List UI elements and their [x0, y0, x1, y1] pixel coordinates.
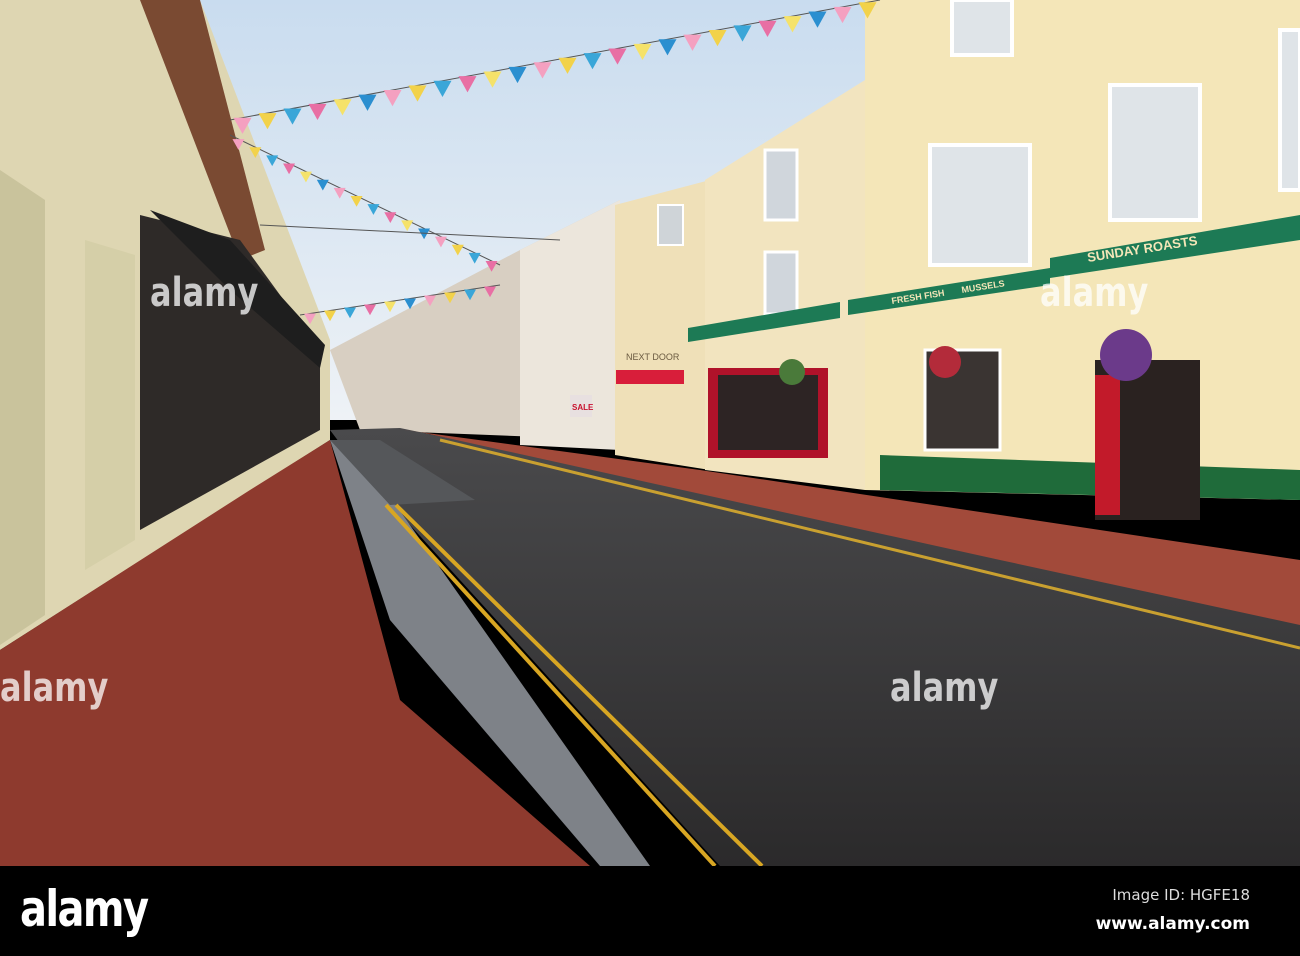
window: [1108, 83, 1202, 222]
watermark: alamy: [1040, 270, 1149, 316]
window: [763, 148, 799, 222]
window: [928, 143, 1032, 267]
pub-door-frame: [1095, 375, 1120, 515]
awning-next-door: [616, 370, 684, 384]
footer-bar: alamy Image ID: HGFE18 www.alamy.com: [0, 866, 1300, 956]
watermark: alamy: [150, 270, 259, 316]
sign-next-door: NEXT DOOR: [626, 352, 680, 362]
street-photo: SUNDAY ROASTS FRESH FISH MUSSELS NEXT DO…: [0, 0, 1300, 866]
watermark: alamy: [890, 665, 999, 711]
window: [763, 250, 799, 316]
left-pillars: [85, 240, 135, 570]
image-id: Image ID: HGFE18: [1112, 886, 1250, 904]
window: [657, 204, 684, 246]
window: [1278, 28, 1300, 192]
flower-basket: [929, 346, 961, 378]
watermark: alamy: [0, 665, 109, 711]
alamy-logo: alamy: [20, 880, 149, 938]
sign-sale: SALE: [572, 403, 594, 412]
left-pillars: [0, 170, 45, 645]
shop-window: [718, 375, 818, 450]
window: [950, 0, 1014, 57]
site-url: www.alamy.com: [1095, 914, 1250, 934]
flower-basket: [1100, 329, 1152, 381]
photo-frame: SUNDAY ROASTS FRESH FISH MUSSELS NEXT DO…: [0, 0, 1300, 956]
flower-basket: [779, 359, 805, 385]
